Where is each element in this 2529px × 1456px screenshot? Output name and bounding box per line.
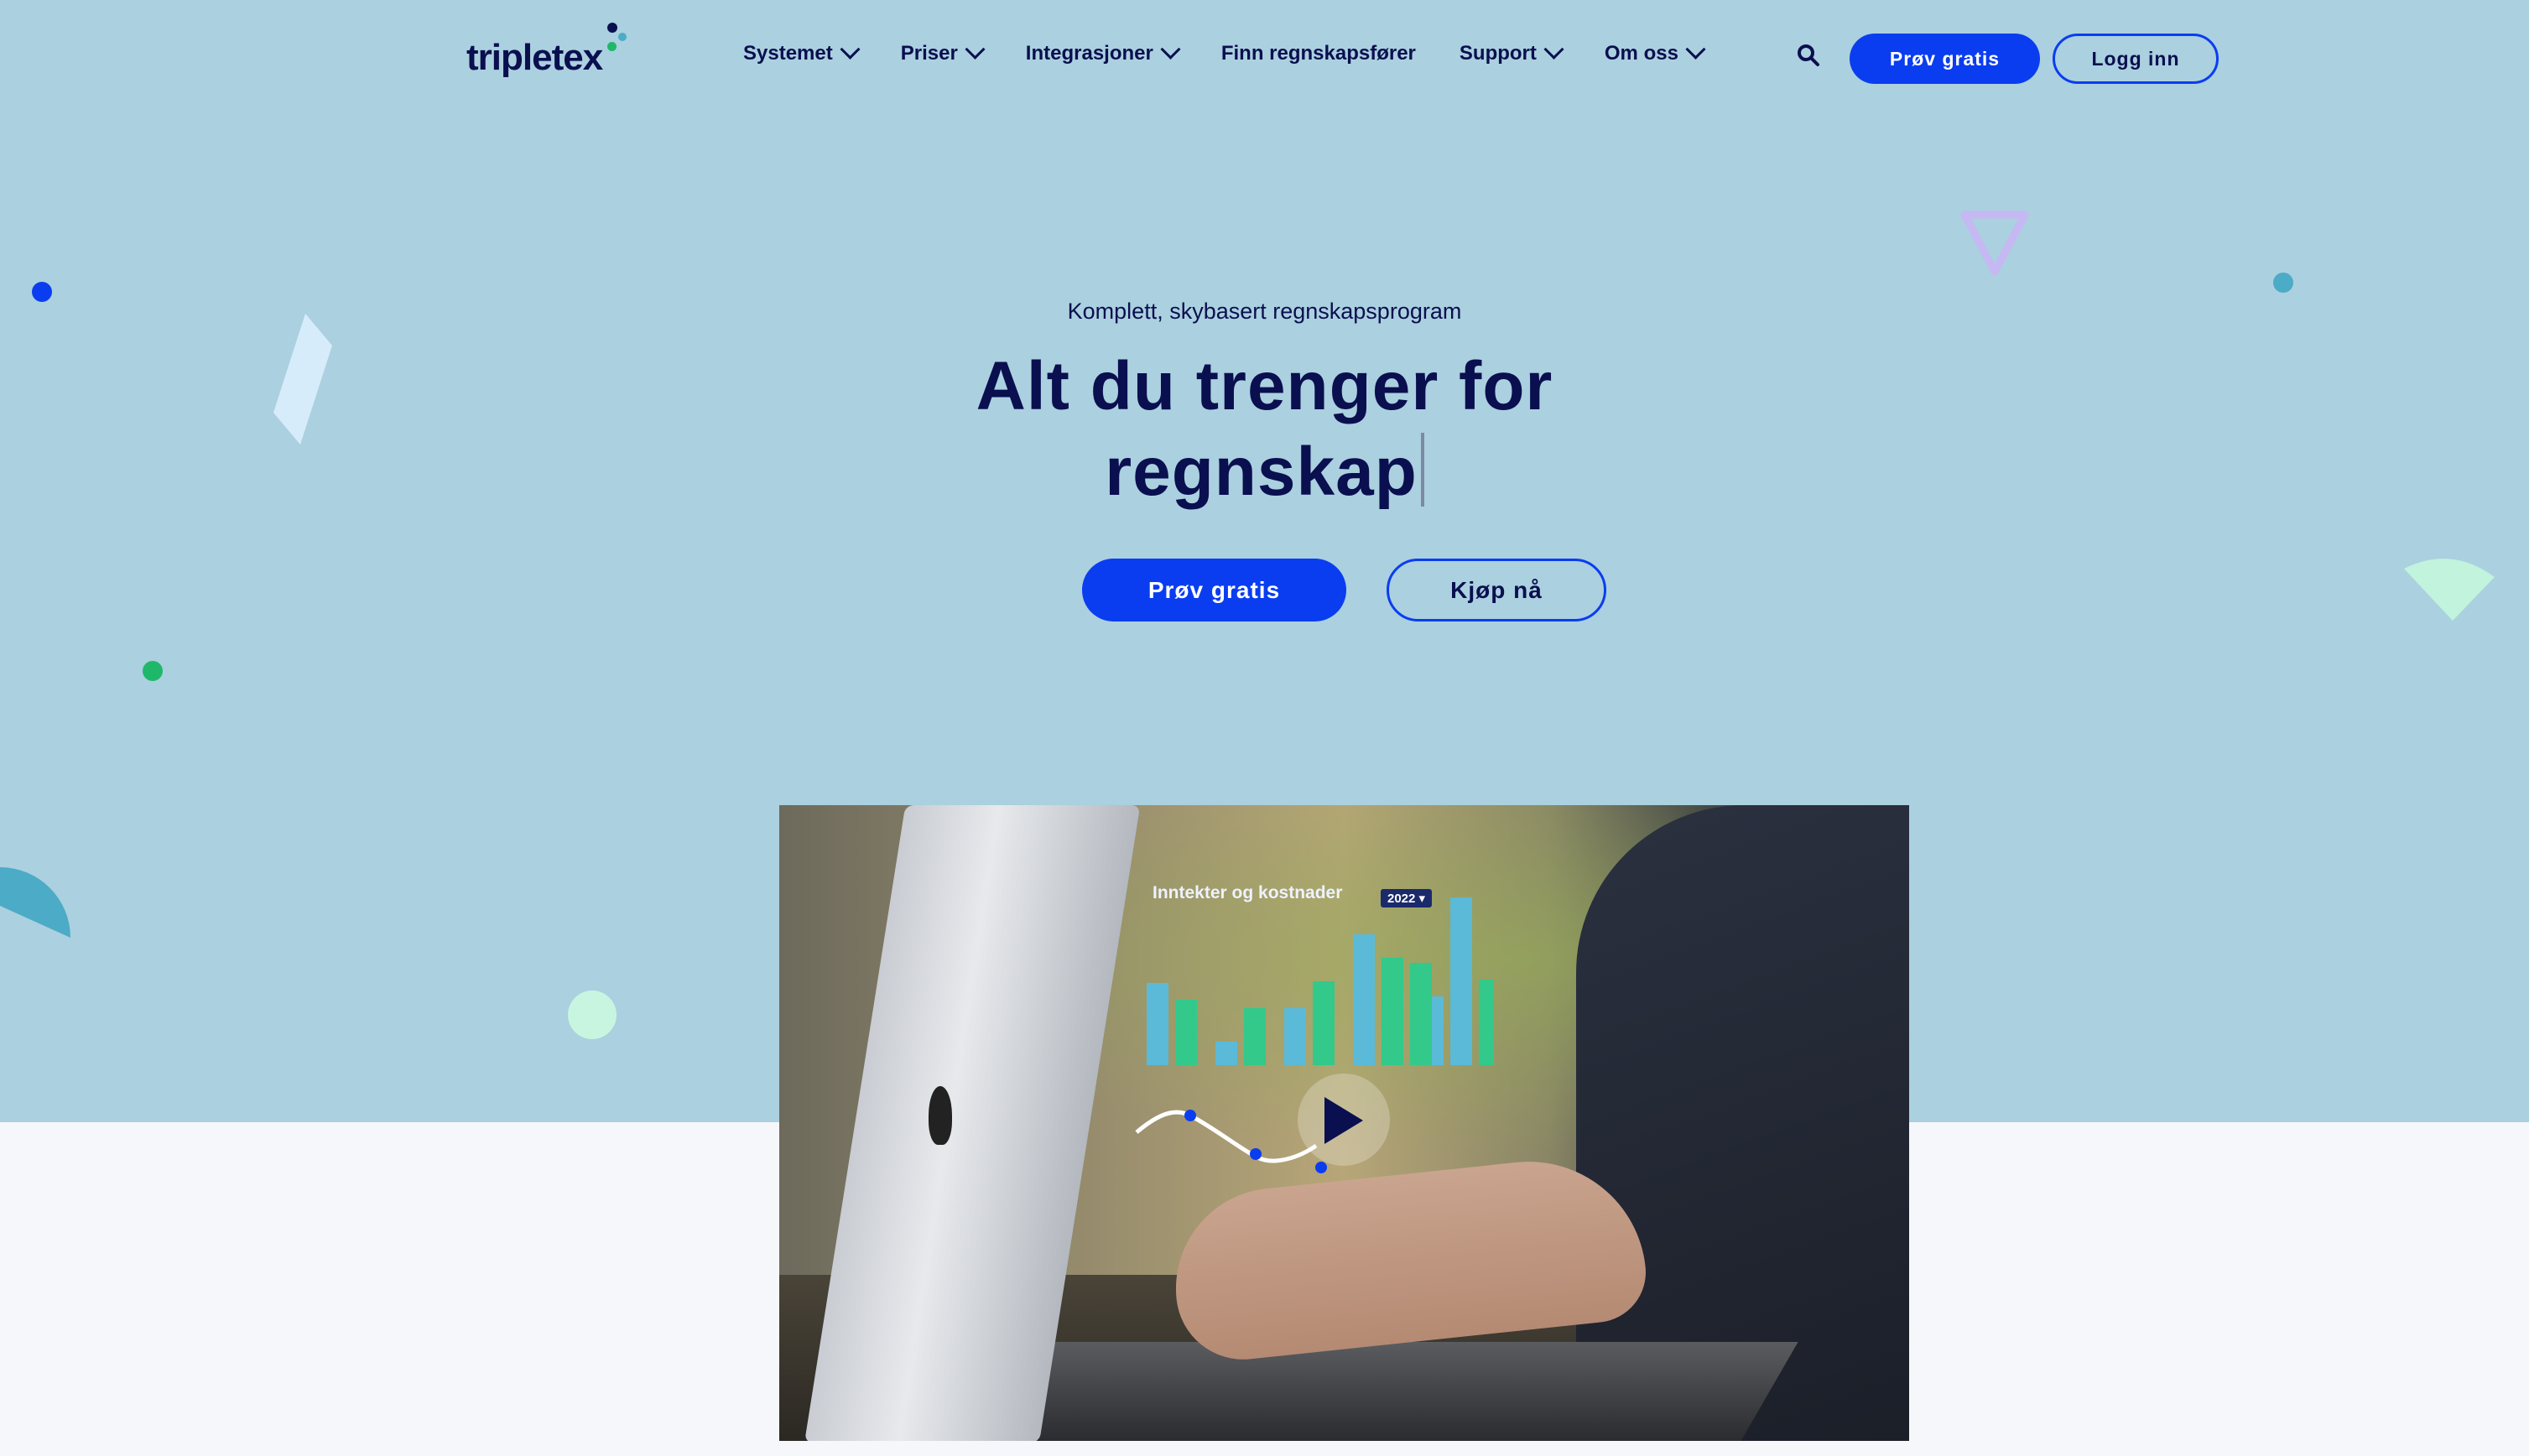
hero-video[interactable]: Inntekter og kostnader 2022 ▾ — [779, 805, 1909, 1441]
decor-green-dot — [143, 661, 163, 681]
nav-systemet[interactable]: Systemet — [743, 39, 861, 65]
decor-fan — [2404, 559, 2495, 621]
video-bar-graphic-extra — [1410, 897, 1494, 1065]
nav-label: Support — [1459, 42, 1537, 65]
nav-finn-regnskapsforer[interactable]: Finn regnskapsfører — [1221, 42, 1416, 65]
decor-teal-dot — [2273, 273, 2293, 293]
nav-trial-button[interactable]: Prøv gratis — [1850, 34, 2040, 84]
hero-headline: Alt du trenger for regnskap — [0, 344, 2529, 515]
buy-now-button[interactable]: Kjøp nå — [1387, 559, 1606, 621]
nav-label: Systemet — [743, 42, 833, 65]
hero-eyebrow: Komplett, skybasert regnskapsprogram — [1067, 299, 1462, 324]
nav-label: Integrasjoner — [1025, 42, 1153, 65]
headline-line-2: regnskap — [0, 429, 2529, 515]
hero-trial-button[interactable]: Prøv gratis — [1082, 559, 1346, 621]
typing-cursor — [1420, 433, 1424, 507]
chevron-down-icon — [1685, 39, 1706, 60]
chevron-down-icon — [1543, 39, 1564, 60]
chevron-down-icon — [840, 39, 861, 60]
nav-label: Priser — [900, 42, 958, 65]
decor-triangle — [1960, 211, 2029, 276]
search-icon[interactable] — [1797, 44, 1820, 67]
play-icon — [1324, 1097, 1363, 1144]
nav-label: Om oss — [1604, 42, 1678, 65]
nav-om-oss[interactable]: Om oss — [1604, 39, 1706, 65]
logo-wordmark: tripletex — [466, 37, 603, 78]
decor-mint-circle — [568, 991, 617, 1039]
apple-logo-icon — [929, 1086, 952, 1145]
top-navigation: tripletex Systemet Priser Integrasjoner … — [0, 0, 2529, 117]
logo-dot-navy — [607, 23, 617, 33]
headline-line-1: Alt du trenger for — [976, 348, 1553, 424]
logo-dot-green — [607, 42, 617, 51]
headline-word: regnskap — [1105, 434, 1418, 510]
video-laptop-keyboard — [985, 1342, 1798, 1441]
chevron-down-icon — [965, 39, 986, 60]
decor-half-circle — [0, 867, 70, 938]
logo-dot-teal — [618, 33, 627, 41]
nav-label: Finn regnskapsfører — [1220, 42, 1416, 65]
nav-support[interactable]: Support — [1459, 39, 1564, 65]
login-button[interactable]: Logg inn — [2053, 34, 2219, 84]
nav-priser[interactable]: Priser — [900, 39, 986, 65]
nav-integrasjoner[interactable]: Integrasjoner — [1025, 39, 1181, 65]
main-menu: Systemet Priser Integrasjoner Finn regns… — [743, 39, 1746, 65]
chevron-down-icon — [1160, 39, 1181, 60]
tripletex-logo[interactable]: tripletex — [466, 18, 634, 86]
